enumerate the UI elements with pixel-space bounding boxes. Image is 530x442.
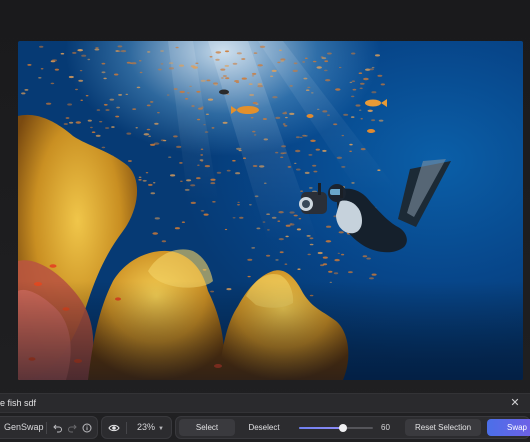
info-icon[interactable] <box>80 421 94 435</box>
zoom-value: 23% <box>137 422 156 432</box>
prompt-bar: ✕ <box>0 393 530 413</box>
redo-icon[interactable] <box>65 421 79 435</box>
app-name: GenSwap <box>4 422 44 432</box>
reset-selection-button[interactable]: Reset Selection <box>405 419 481 436</box>
swap-button[interactable]: Swap <box>487 419 530 436</box>
genswap-app: ✕ GenSwap 23%▼ Select Deselect <box>0 0 530 442</box>
bottom-toolbar: GenSwap 23% ▼ Select Deselect 60 Reset S… <box>0 415 530 442</box>
select-button[interactable]: Select <box>179 419 235 436</box>
brush-size-slider[interactable] <box>299 424 373 432</box>
underwater-photo <box>18 41 523 380</box>
prompt-input[interactable] <box>0 394 490 412</box>
chevron-down-icon: ▼ <box>158 426 164 432</box>
app-group: GenSwap <box>0 416 98 439</box>
selection-group: Select Deselect 60 Reset Selection Swap <box>175 416 530 439</box>
close-icon[interactable]: ✕ <box>508 396 522 410</box>
photo-canvas[interactable] <box>18 41 523 380</box>
slider-thumb[interactable] <box>339 424 348 432</box>
undo-icon[interactable] <box>51 421 65 435</box>
divider <box>126 422 127 434</box>
view-group: 23% ▼ <box>101 416 172 439</box>
divider <box>46 422 47 434</box>
brush-size-value: 60 <box>381 423 390 432</box>
eye-icon[interactable] <box>107 421 121 435</box>
slider-fill <box>299 427 344 429</box>
deselect-button[interactable]: Deselect <box>236 419 292 436</box>
zoom-dropdown[interactable]: 23% ▼ <box>137 417 164 438</box>
